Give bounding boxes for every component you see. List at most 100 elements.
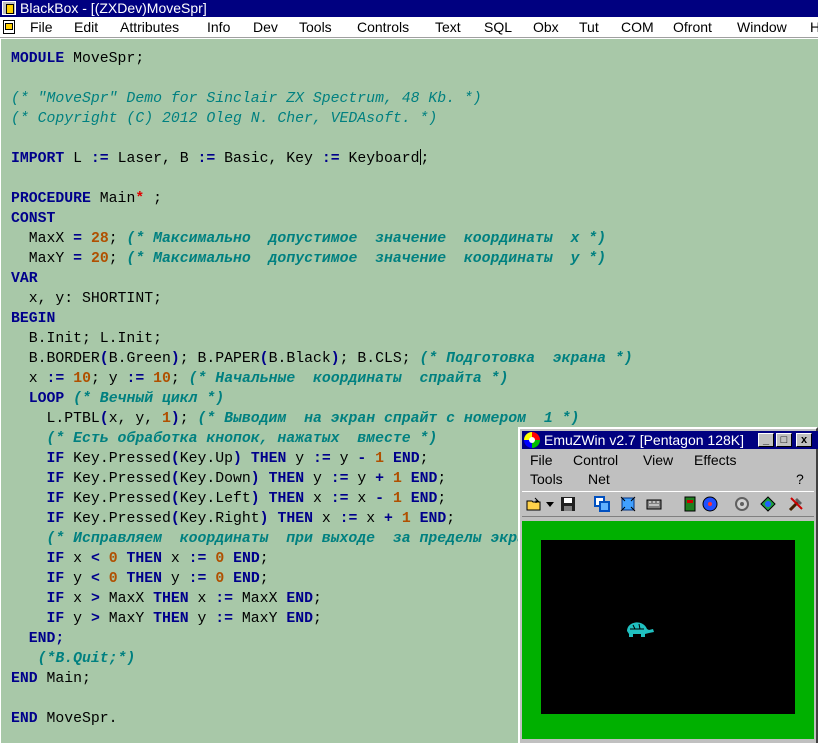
code-text: Basic, Key — [215, 151, 322, 167]
number: 1 — [401, 511, 411, 527]
keyword: THEN — [126, 571, 163, 587]
keyword: THEN — [153, 591, 189, 607]
keyword: THEN — [153, 611, 189, 627]
disk-icon[interactable] — [702, 496, 718, 512]
document-icon[interactable] — [3, 20, 15, 34]
number: 0 — [215, 551, 225, 567]
emu-menu-effects[interactable]: Effects — [694, 452, 737, 468]
keyword: END — [419, 511, 447, 527]
menu-sql[interactable]: SQL — [484, 17, 512, 37]
code-text: x, y: SHORTINT; — [11, 291, 162, 307]
emu-menu-file[interactable]: File — [530, 452, 553, 468]
dropdown-arrow-icon[interactable] — [544, 496, 556, 512]
code-text: Key.Pressed — [64, 491, 171, 507]
emuzwin-logo-icon[interactable] — [524, 432, 540, 448]
code-text: B.Green — [108, 351, 171, 367]
tools-icon[interactable] — [788, 496, 804, 512]
menu-help[interactable]: Help — [810, 17, 818, 37]
keyword: END — [233, 551, 260, 567]
number: 1 — [375, 451, 385, 467]
emuzwin-window[interactable]: EmuZWin v2.7 [Pentagon 128K] _ □ x File … — [518, 427, 818, 743]
operator: = — [73, 251, 83, 267]
keyword: LOOP — [11, 391, 65, 407]
title-bar: BlackBox - [(ZXDev)MoveSpr] — [0, 0, 818, 17]
keyword: IF — [46, 471, 65, 487]
emu-menu-help[interactable]: ? — [796, 471, 804, 487]
menu-dev[interactable]: Dev — [253, 17, 278, 37]
operator: := — [46, 371, 65, 387]
keyword: END — [11, 671, 38, 687]
comment: (* "MoveSpr" Demo for Sinclair ZX Spectr… — [11, 91, 482, 107]
keyword: BEGIN — [11, 311, 56, 327]
operator: = — [73, 231, 83, 247]
number: 1 — [392, 491, 402, 507]
comment: (* Максимально допустимое значение коорд… — [126, 251, 606, 267]
operator: := — [188, 571, 207, 587]
operator: := — [339, 511, 358, 527]
code-text: B.Init; L.Init; — [11, 331, 162, 347]
operator: ( — [170, 451, 180, 467]
operator: := — [215, 611, 234, 627]
operator: < — [90, 571, 100, 587]
operator: ) — [330, 351, 340, 367]
code-text: MaxX — [11, 231, 74, 247]
settings-icon[interactable] — [734, 496, 750, 512]
code-text: Key.Down — [179, 471, 251, 487]
fullscreen-icon[interactable] — [620, 496, 636, 512]
globe-icon[interactable] — [760, 496, 776, 512]
menu-text[interactable]: Text — [435, 17, 461, 37]
operator: := — [90, 151, 109, 167]
menu-tools[interactable]: Tools — [299, 17, 332, 37]
zx-screen[interactable] — [541, 540, 795, 714]
keyword: THEN — [268, 491, 305, 507]
menu-file[interactable]: File — [30, 17, 53, 37]
menu-tut[interactable]: Tut — [579, 17, 599, 37]
menu-window[interactable]: Window — [737, 17, 787, 37]
number: 28 — [90, 231, 109, 247]
emu-menu-net[interactable]: Net — [588, 471, 610, 487]
emu-title-bar[interactable]: EmuZWin v2.7 [Pentagon 128K] _ □ x — [522, 431, 818, 449]
operator: := — [321, 151, 340, 167]
minimize-button[interactable]: _ — [758, 433, 774, 447]
keyword: THEN — [126, 551, 163, 567]
code-text: y — [348, 471, 376, 487]
code-text: ; B.CLS; — [339, 351, 420, 367]
number: 1 — [392, 471, 402, 487]
close-button[interactable]: x — [796, 433, 812, 447]
code-text: Key.Pressed — [64, 451, 171, 467]
save-icon[interactable] — [560, 496, 576, 512]
keyboard-icon[interactable] — [646, 496, 662, 512]
menu-obx[interactable]: Obx — [533, 17, 559, 37]
operator: ( — [99, 351, 109, 367]
emu-menu-control[interactable]: Control — [573, 452, 618, 468]
operator: := — [330, 471, 349, 487]
operator: ( — [99, 411, 109, 427]
keyword: END — [286, 611, 313, 627]
keyword: THEN — [277, 511, 313, 527]
operator: ( — [170, 471, 180, 487]
emu-menu-view[interactable]: View — [643, 452, 673, 468]
tape-icon[interactable] — [682, 496, 698, 512]
menu-controls[interactable]: Controls — [357, 17, 409, 37]
menu-edit[interactable]: Edit — [74, 17, 98, 37]
app-icon[interactable] — [2, 1, 16, 15]
emu-menu-tools[interactable]: Tools — [530, 471, 563, 487]
menu-ofront[interactable]: Ofront — [673, 17, 712, 37]
open-icon[interactable] — [526, 496, 542, 512]
code-text: MaxX — [99, 591, 154, 607]
copy-icon[interactable] — [594, 496, 610, 512]
maximize-button[interactable]: □ — [776, 433, 792, 447]
menu-com[interactable]: COM — [621, 17, 654, 37]
code-text: B.Black — [268, 351, 331, 367]
code-text: Laser, B — [108, 151, 198, 167]
menu-attributes[interactable]: Attributes — [120, 17, 179, 37]
export-mark: * — [135, 191, 145, 207]
comment: (* Есть обработка кнопок, нажатых вместе… — [11, 431, 438, 447]
keyword: IF — [46, 591, 65, 607]
code-text: Key.Pressed — [64, 471, 171, 487]
code-text: MaxY — [99, 611, 154, 627]
code-text: Key.Right — [179, 511, 260, 527]
keyword: MODULE — [11, 51, 65, 67]
operator: > — [90, 611, 100, 627]
menu-info[interactable]: Info — [207, 17, 230, 37]
